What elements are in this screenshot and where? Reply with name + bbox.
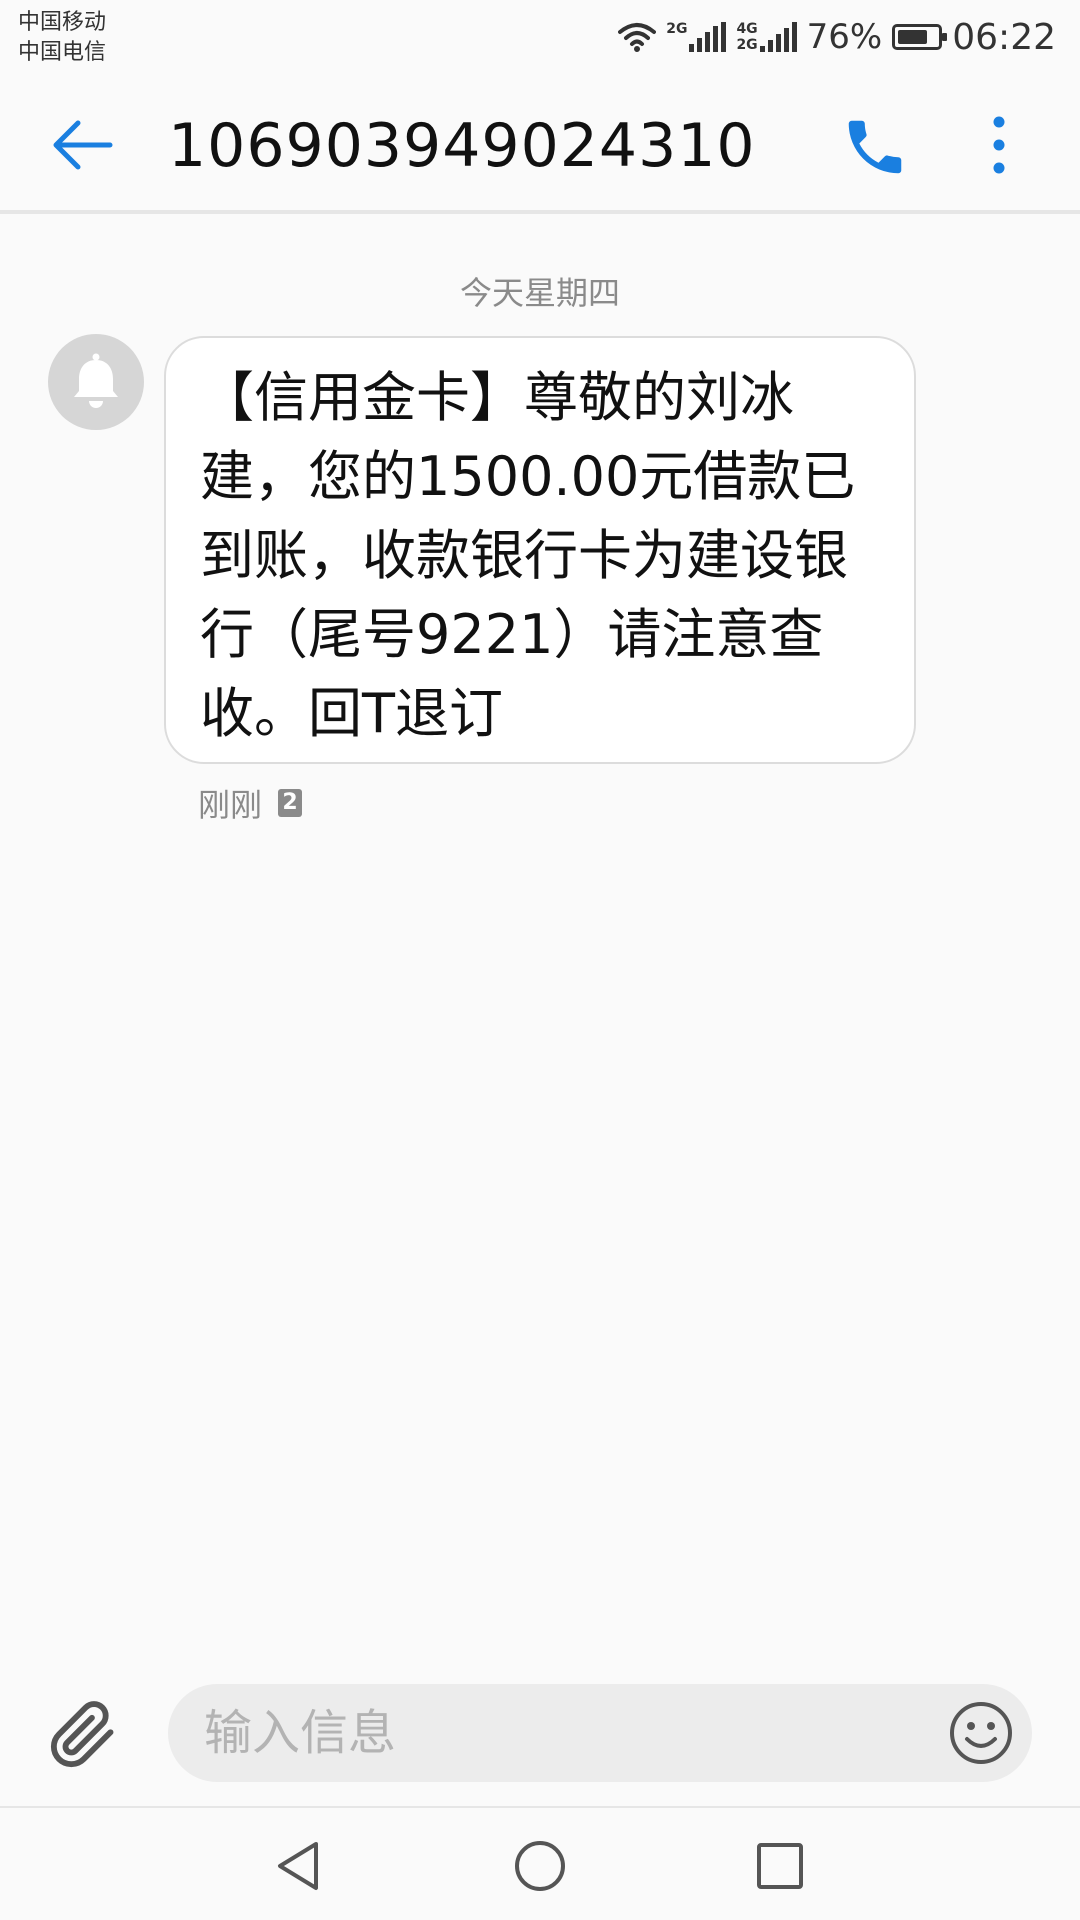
status-bar: 中国移动 中国电信 2G 4G 2G 76% 06:22 <box>0 0 1080 76</box>
triangle-back-icon <box>278 1842 318 1890</box>
signal-bars-1-icon <box>689 22 727 52</box>
date-separator: 今天星期四 <box>459 274 620 312</box>
battery-percent: 76% <box>806 17 883 57</box>
carrier-labels: 中国移动 中国电信 <box>18 8 106 68</box>
arrow-left-icon <box>53 120 113 170</box>
square-recents-icon <box>757 1843 803 1889</box>
message-input[interactable]: 输入信息 <box>168 1684 1032 1782</box>
message-meta: 刚刚 2 <box>198 780 303 826</box>
message-input-placeholder: 输入信息 <box>204 1705 397 1761</box>
sender-avatar[interactable] <box>48 334 144 430</box>
bell-icon <box>74 353 118 408</box>
battery-icon <box>892 24 948 50</box>
status-indicators: 2G 4G 2G 76% 06:22 <box>618 12 1056 62</box>
conversation-title: 106903949024310 <box>168 111 756 181</box>
nav-back-button[interactable] <box>270 1836 330 1896</box>
circle-home-icon <box>515 1841 565 1891</box>
call-button[interactable] <box>840 112 910 182</box>
more-options-button[interactable] <box>974 110 1024 180</box>
messaging-screen: 中国移动 中国电信 2G 4G 2G 76% 06:22 10690394902… <box>0 0 1080 1920</box>
carrier-1: 中国移动 <box>18 10 107 35</box>
battery-fill <box>898 30 928 44</box>
navigation-bar <box>0 1806 1080 1920</box>
app-bar: 106903949024310 <box>0 76 1080 214</box>
signal-sim-2: 4G 2G <box>736 21 797 53</box>
nav-recents-button[interactable] <box>750 1836 810 1896</box>
carrier-2: 中国电信 <box>18 40 107 65</box>
phone-icon <box>848 120 902 174</box>
more-vertical-icon <box>993 116 1005 174</box>
sim-card-icon: 2 <box>278 789 303 817</box>
back-button[interactable] <box>48 110 118 180</box>
attach-button[interactable] <box>48 1700 118 1770</box>
nav-home-button[interactable] <box>510 1836 570 1896</box>
message-time: 刚刚 <box>198 786 263 824</box>
smiley-icon <box>950 1702 1012 1764</box>
signal-bars-2-icon <box>759 22 797 52</box>
emoji-button[interactable] <box>946 1698 1016 1768</box>
message-bubble[interactable]: 【信用金卡】尊敬的刘冰建，您的1500.00元借款已到账，收款银行卡为建设银行（… <box>164 336 916 764</box>
clock: 06:22 <box>952 16 1056 58</box>
message-text: 【信用金卡】尊敬的刘冰建，您的1500.00元借款已到账，收款银行卡为建设银行（… <box>200 366 856 745</box>
wifi-icon <box>618 23 657 52</box>
network-type-2-bottom: 2G <box>736 37 758 53</box>
paperclip-icon <box>50 1701 114 1768</box>
network-type-2-top: 4G <box>736 21 758 37</box>
signal-sim-1: 2G <box>666 21 727 52</box>
network-type-1: 2G <box>666 21 688 37</box>
